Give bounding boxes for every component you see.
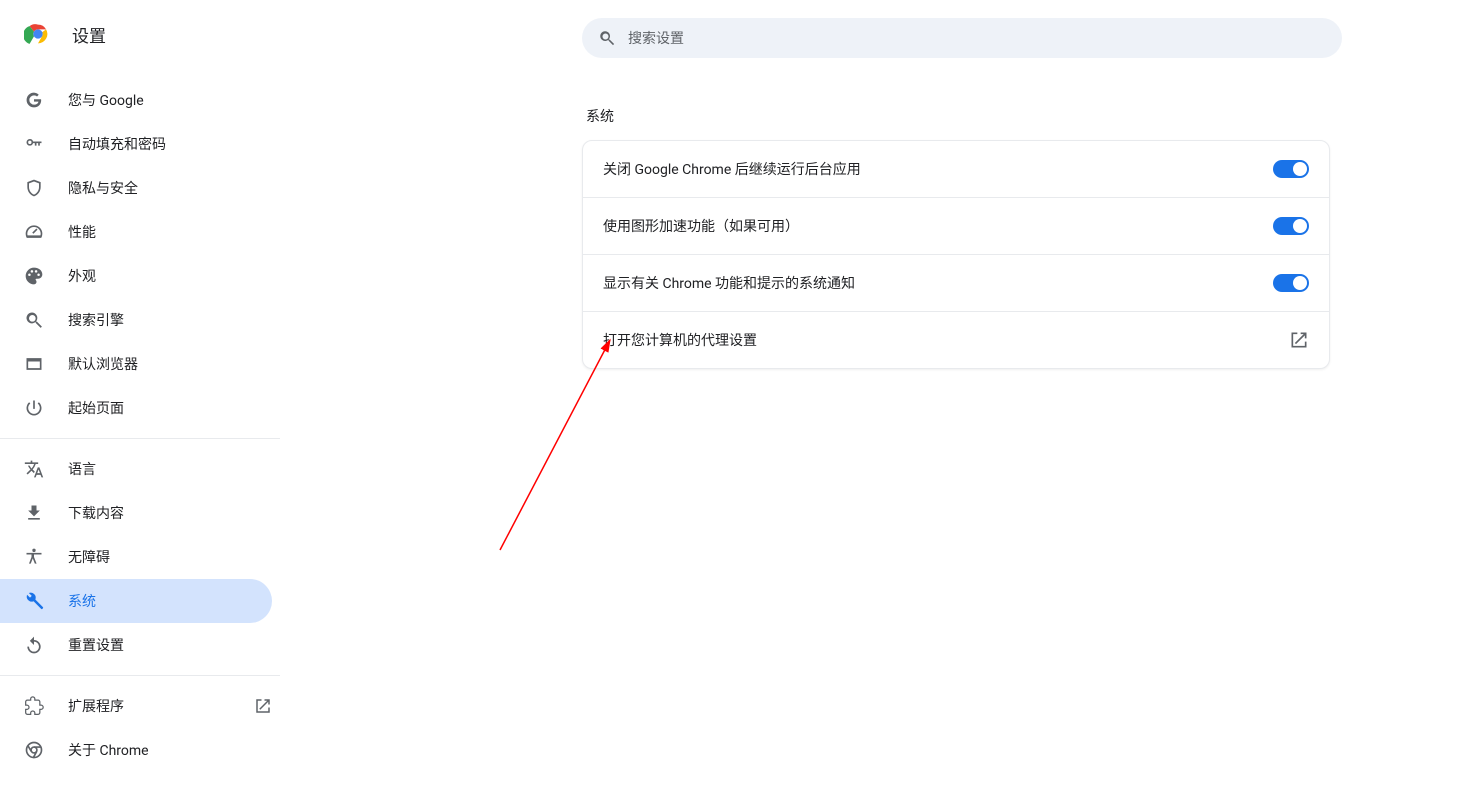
sidebar-separator	[0, 675, 280, 676]
sidebar-item-label: 起始页面	[68, 398, 272, 418]
reset-icon	[24, 635, 44, 655]
row-label: 使用图形加速功能（如果可用）	[603, 216, 799, 236]
sidebar-item-extensions[interactable]: 扩展程序	[0, 684, 272, 728]
sidebar-item-appearance[interactable]: 外观	[0, 254, 272, 298]
power-icon	[24, 398, 44, 418]
search-input[interactable]	[628, 30, 1326, 46]
sidebar-item-privacy[interactable]: 隐私与安全	[0, 166, 272, 210]
sidebar-item-languages[interactable]: 语言	[0, 447, 272, 491]
sidebar-item-label: 无障碍	[68, 547, 272, 567]
sidebar-item-label: 自动填充和密码	[68, 134, 272, 154]
sidebar-item-downloads[interactable]: 下载内容	[0, 491, 272, 535]
sidebar-item-label: 下载内容	[68, 503, 272, 523]
sidebar-item-label: 您与 Google	[68, 90, 272, 110]
shield-icon	[24, 178, 44, 198]
toggle-background-apps[interactable]	[1273, 160, 1309, 178]
sidebar-item-performance[interactable]: 性能	[0, 210, 272, 254]
row-label: 打开您计算机的代理设置	[603, 330, 757, 350]
sidebar-item-startup[interactable]: 起始页面	[0, 386, 272, 430]
palette-icon	[24, 266, 44, 286]
sidebar-item-label: 搜索引擎	[68, 310, 272, 330]
settings-card: 关闭 Google Chrome 后继续运行后台应用 使用图形加速功能（如果可用…	[582, 140, 1330, 369]
row-system-notifications: 显示有关 Chrome 功能和提示的系统通知	[583, 254, 1329, 311]
sidebar-item-default-browser[interactable]: 默认浏览器	[0, 342, 272, 386]
open-in-new-icon	[254, 697, 272, 715]
page-title: 设置	[72, 22, 106, 47]
chrome-logo-icon	[24, 20, 52, 48]
sidebar-item-label: 默认浏览器	[68, 354, 272, 374]
toggle-hardware-accel[interactable]	[1273, 217, 1309, 235]
sidebar-item-label: 外观	[68, 266, 272, 286]
sidebar: 您与 Google 自动填充和密码 隐私与安全 性能 外观 搜索引擎 默认浏	[0, 78, 272, 772]
google-g-icon	[24, 90, 44, 110]
extension-icon	[24, 696, 44, 716]
browser-icon	[24, 354, 44, 374]
open-in-new-icon	[1289, 330, 1309, 350]
chrome-outline-icon	[24, 740, 44, 760]
sidebar-item-system[interactable]: 系统	[0, 579, 272, 623]
section-title: 系统	[586, 106, 1342, 126]
row-label: 显示有关 Chrome 功能和提示的系统通知	[603, 273, 855, 293]
search-icon	[598, 29, 616, 47]
download-icon	[24, 503, 44, 523]
sidebar-item-reset[interactable]: 重置设置	[0, 623, 272, 667]
sidebar-item-label: 隐私与安全	[68, 178, 272, 198]
speedometer-icon	[24, 222, 44, 242]
translate-icon	[24, 459, 44, 479]
sidebar-item-label: 关于 Chrome	[68, 740, 272, 760]
sidebar-item-label: 性能	[68, 222, 272, 242]
toggle-system-notifications[interactable]	[1273, 274, 1309, 292]
wrench-icon	[24, 591, 44, 611]
sidebar-item-accessibility[interactable]: 无障碍	[0, 535, 272, 579]
sidebar-item-label: 重置设置	[68, 635, 272, 655]
key-icon	[24, 134, 44, 154]
sidebar-item-autofill[interactable]: 自动填充和密码	[0, 122, 272, 166]
accessibility-icon	[24, 547, 44, 567]
sidebar-item-label: 系统	[68, 591, 272, 611]
row-background-apps: 关闭 Google Chrome 后继续运行后台应用	[583, 141, 1329, 197]
row-hardware-accel: 使用图形加速功能（如果可用）	[583, 197, 1329, 254]
sidebar-separator	[0, 438, 280, 439]
main-content: 系统 关闭 Google Chrome 后继续运行后台应用 使用图形加速功能（如…	[582, 18, 1342, 369]
sidebar-item-label: 语言	[68, 459, 272, 479]
search-box[interactable]	[582, 18, 1342, 58]
sidebar-item-you-and-google[interactable]: 您与 Google	[0, 78, 272, 122]
sidebar-item-about-chrome[interactable]: 关于 Chrome	[0, 728, 272, 772]
search-icon	[24, 310, 44, 330]
row-proxy-settings[interactable]: 打开您计算机的代理设置	[583, 311, 1329, 368]
row-label: 关闭 Google Chrome 后继续运行后台应用	[603, 159, 861, 179]
sidebar-item-search-engine[interactable]: 搜索引擎	[0, 298, 272, 342]
sidebar-item-label: 扩展程序	[68, 696, 222, 716]
